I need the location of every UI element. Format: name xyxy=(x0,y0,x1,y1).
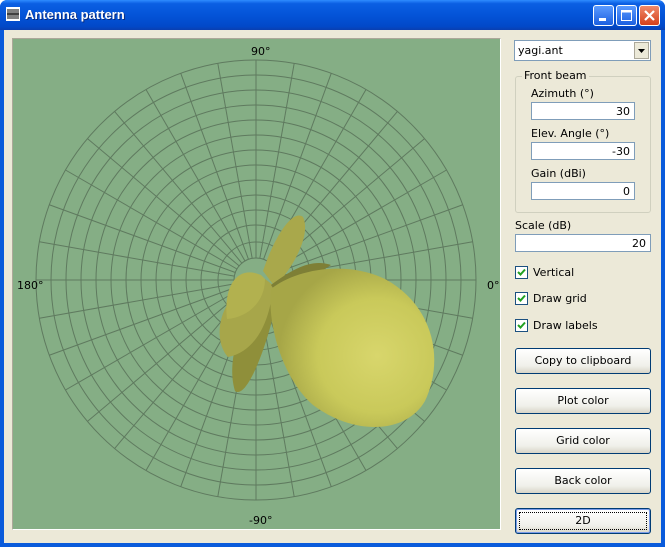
client-area: 90° -90° 180° 0° yagi.ant Front beam Azi… xyxy=(4,30,661,543)
back-color-button[interactable]: Back color xyxy=(515,468,651,494)
maximize-button[interactable] xyxy=(616,5,637,26)
vertical-label: Vertical xyxy=(533,266,575,279)
2d-button[interactable]: 2D xyxy=(515,508,651,534)
scale-input[interactable]: 20 xyxy=(515,234,651,252)
checkmark-icon xyxy=(517,268,526,276)
minimize-icon xyxy=(599,18,606,21)
elev-angle-input[interactable]: -30 xyxy=(531,142,635,160)
front-beam-group: Front beam Azimuth (°) 30 Elev. Angle (°… xyxy=(515,69,651,213)
app-icon xyxy=(6,7,20,21)
antenna-file-value: yagi.ant xyxy=(518,44,563,57)
close-icon xyxy=(644,10,655,21)
label-180: 180° xyxy=(17,279,44,292)
polar-plot[interactable]: 90° -90° 180° 0° xyxy=(12,38,501,530)
label-minus-90: -90° xyxy=(249,514,273,527)
chevron-down-icon xyxy=(638,49,645,53)
app-window: Antenna pattern 90° -90° 180° 0° yagi.an… xyxy=(0,0,665,547)
minimize-button[interactable] xyxy=(593,5,614,26)
azimuth-label: Azimuth (°) xyxy=(531,87,594,100)
draw-grid-checkbox[interactable] xyxy=(515,292,528,305)
focus-rectangle xyxy=(519,512,647,530)
maximize-icon xyxy=(621,10,632,21)
dropdown-button[interactable] xyxy=(634,42,649,59)
label-90: 90° xyxy=(251,45,271,58)
window-title: Antenna pattern xyxy=(25,7,125,22)
gain-input[interactable]: 0 xyxy=(531,182,635,200)
draw-labels-label: Draw labels xyxy=(533,319,598,332)
polar-plot-canvas xyxy=(35,59,477,501)
front-beam-legend: Front beam xyxy=(522,69,589,82)
title-bar[interactable]: Antenna pattern xyxy=(0,0,665,30)
azimuth-input[interactable]: 30 xyxy=(531,102,635,120)
vertical-checkbox[interactable] xyxy=(515,266,528,279)
label-0: 0° xyxy=(487,279,500,292)
elev-angle-label: Elev. Angle (°) xyxy=(531,127,610,140)
grid-color-button[interactable]: Grid color xyxy=(515,428,651,454)
close-button[interactable] xyxy=(639,5,660,26)
plot-color-button[interactable]: Plot color xyxy=(515,388,651,414)
antenna-file-select[interactable]: yagi.ant xyxy=(514,40,651,61)
checkmark-icon xyxy=(517,294,526,302)
scale-label: Scale (dB) xyxy=(515,219,572,232)
draw-grid-label: Draw grid xyxy=(533,292,587,305)
checkmark-icon xyxy=(517,321,526,329)
draw-labels-checkbox[interactable] xyxy=(515,319,528,332)
gain-label: Gain (dBi) xyxy=(531,167,586,180)
main-lobe xyxy=(270,268,435,428)
copy-to-clipboard-button[interactable]: Copy to clipboard xyxy=(515,348,651,374)
